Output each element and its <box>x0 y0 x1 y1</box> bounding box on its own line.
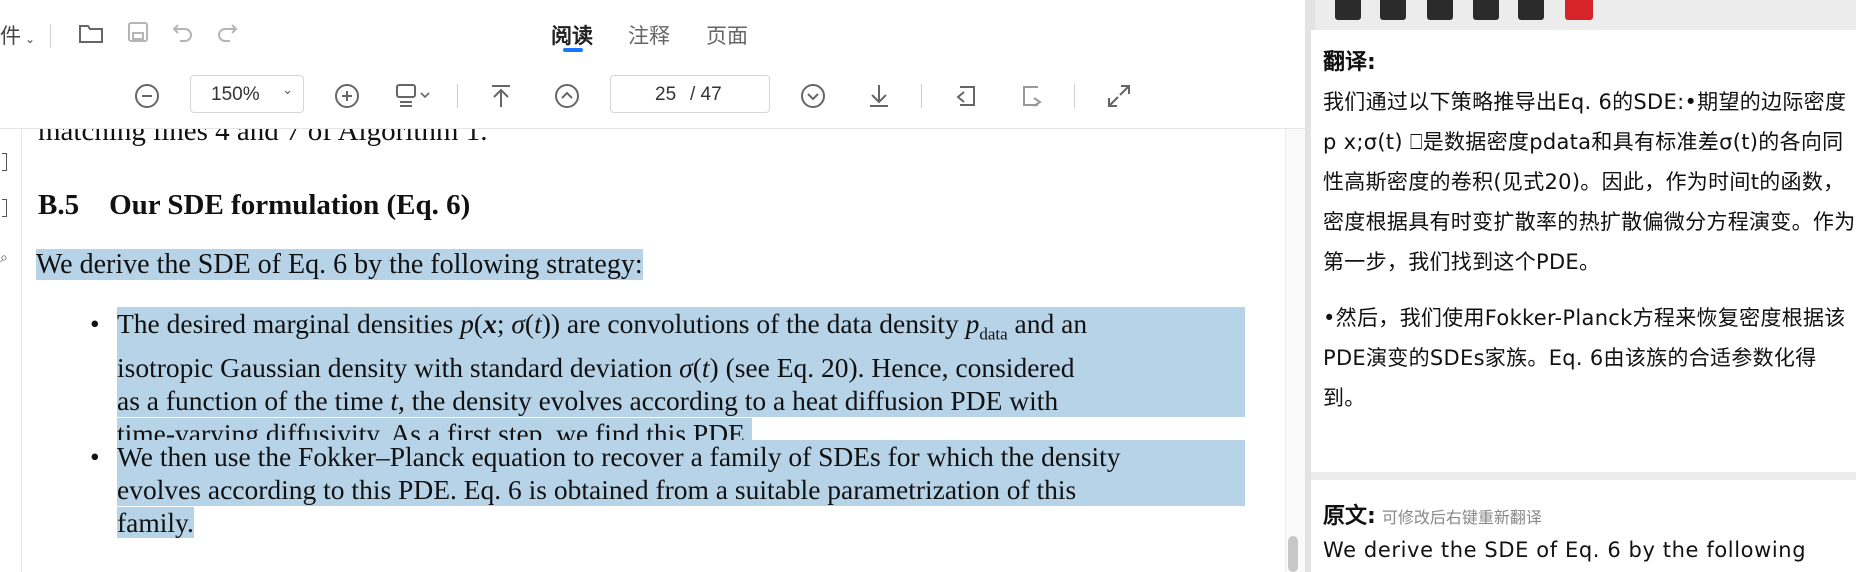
pdf-page[interactable]: matching lines 4 and 7 of Algorithm 1. B… <box>22 129 1284 572</box>
divider <box>50 24 51 48</box>
copy-icon[interactable] <box>1518 0 1544 20</box>
fullscreen-icon[interactable] <box>1105 82 1133 110</box>
translation-heading: 翻译: <box>1323 50 1376 75</box>
reader-pane: 件 ⌄ 阅读 注释 页面 150% ⌄ 25 / 47 ⌕ matching l… <box>0 0 1305 572</box>
tab-annotate[interactable]: 注释 <box>628 20 670 50</box>
chevron-down-icon: ⌄ <box>282 82 293 97</box>
bullet-line: We then use the Fokker–Planck equation t… <box>117 440 1245 473</box>
translation-content: 翻译: 我们通过以下策略推导出Eq. 6的SDE:•期望的边际密度p x;σ(t… <box>1311 30 1856 572</box>
divider <box>1074 84 1075 108</box>
top-bar: 件 ⌄ 阅读 注释 页面 <box>0 0 1305 72</box>
layout-center-icon[interactable] <box>1380 0 1406 20</box>
section-number: B.5 <box>38 189 80 221</box>
panel-section-divider <box>1311 472 1856 480</box>
original-heading: 原文: 可修改后右键重新翻译 <box>1323 498 1542 530</box>
lock-icon[interactable] <box>1473 0 1499 20</box>
original-label: 原文: <box>1323 504 1376 529</box>
page-number-input[interactable]: 25 / 47 <box>610 75 770 113</box>
undo-icon[interactable] <box>171 20 195 44</box>
translation-paragraph[interactable]: 我们通过以下策略推导出Eq. 6的SDE:•期望的边际密度p x;σ(t) ⎕是… <box>1323 82 1856 282</box>
text-run: , the density evolves according to a hea… <box>398 384 1059 416</box>
chevron-down-icon: ⌄ <box>25 32 36 46</box>
scrollbar-track[interactable] <box>1285 129 1305 572</box>
bullet-line: isotropic Gaussian density with standard… <box>117 350 1245 384</box>
current-page: 25 <box>655 84 677 105</box>
first-page-icon[interactable] <box>487 82 515 110</box>
original-hint: 可修改后右键重新翻译 <box>1381 508 1542 527</box>
bullet-line: The desired marginal densities p(x; σ(t)… <box>117 307 1245 351</box>
layout-right-icon[interactable] <box>1427 0 1453 20</box>
last-page-icon[interactable] <box>865 82 893 110</box>
bullet-dot: • <box>90 308 100 339</box>
search-icon[interactable]: ⌕ <box>0 249 8 266</box>
redo-icon[interactable] <box>215 20 239 44</box>
intro-sentence: We derive the SDE of Eq. 6 by the follow… <box>36 249 643 281</box>
section-heading: B.5 Our SDE formulation (Eq. 6) <box>38 189 470 222</box>
original-text-field[interactable]: We derive the SDE of Eq. 6 by the follow… <box>1323 530 1856 570</box>
math-sigma-t: σ <box>679 351 693 383</box>
reader-toolbar: 150% ⌄ 25 / 47 <box>0 72 1305 128</box>
rotate-right-icon[interactable] <box>1018 82 1046 110</box>
bullet-dot: • <box>90 441 100 472</box>
thumbnail-strip[interactable]: ⌕ <box>0 129 22 572</box>
tab-pages[interactable]: 页面 <box>706 20 748 50</box>
selected-text: We derive the SDE of Eq. 6 by the follow… <box>36 249 643 280</box>
section-title: Our SDE formulation (Eq. 6) <box>109 189 471 221</box>
save-icon[interactable] <box>126 20 150 44</box>
bullet-line: as a function of the time t, the density… <box>117 383 1245 417</box>
outline-icon[interactable] <box>2 199 7 217</box>
text-run: isotropic Gaussian density with standard… <box>117 351 680 383</box>
bullet-item: • We then use the Fokker–Planck equation… <box>90 440 1245 539</box>
mail-icon[interactable] <box>1565 0 1593 20</box>
text-run: The desired marginal densities <box>117 308 461 339</box>
bookmark-icon[interactable] <box>2 153 7 171</box>
zoom-in-icon[interactable] <box>333 82 361 110</box>
file-menu[interactable]: 件 ⌄ <box>0 20 35 50</box>
scrollbar-thumb[interactable] <box>1288 536 1298 572</box>
text-run: (see Eq. 20). Hence, considered <box>718 351 1075 383</box>
previous-paragraph-line: matching lines 4 and 7 of Algorithm 1. <box>38 129 488 147</box>
zoom-out-icon[interactable] <box>133 82 161 110</box>
bullet-item: • The desired marginal densities p(x; σ(… <box>90 307 1245 450</box>
math-p-x-sigma: p <box>460 308 474 339</box>
open-folder-icon[interactable] <box>77 20 105 46</box>
total-pages: / 47 <box>690 84 722 105</box>
zoom-value: 150% <box>211 84 260 105</box>
tab-read[interactable]: 阅读 <box>551 20 593 50</box>
fit-page-icon[interactable] <box>393 81 433 109</box>
text-run: and an <box>1007 308 1088 339</box>
bullet-line: family. <box>117 506 1245 539</box>
math-t: t <box>390 384 399 416</box>
layout-left-icon[interactable] <box>1335 0 1361 20</box>
text-run: are convolutions of the data density <box>560 308 966 339</box>
translation-paragraph[interactable]: •然后，我们使用Fokker-Planck方程来恢复密度根据该PDE演变的SDE… <box>1323 298 1856 418</box>
zoom-select[interactable]: 150% ⌄ <box>190 75 304 113</box>
text-run: family. <box>117 507 194 538</box>
math-pdata: p <box>965 308 980 339</box>
file-menu-label: 件 <box>0 25 21 48</box>
text-run: as a function of the time <box>117 384 391 416</box>
panel-icon-row <box>1315 0 1856 26</box>
divider <box>921 84 922 108</box>
bullet-line: evolves according to this PDE. Eq. 6 is … <box>117 473 1245 506</box>
next-page-icon[interactable] <box>799 82 827 110</box>
divider <box>457 84 458 108</box>
prev-page-icon[interactable] <box>553 82 581 110</box>
active-tab-indicator <box>563 48 583 52</box>
rotate-left-icon[interactable] <box>952 82 980 110</box>
